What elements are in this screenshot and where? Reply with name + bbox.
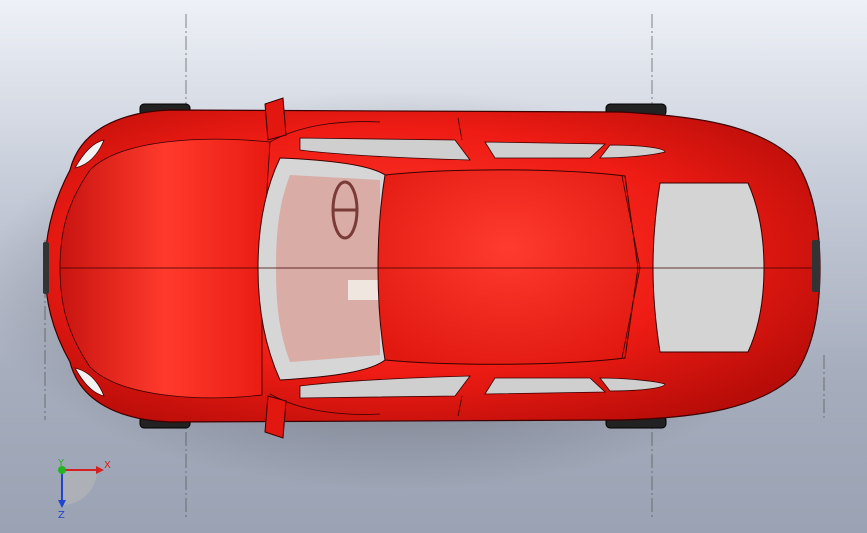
triad-y-label: Y: [57, 458, 65, 469]
hood: [59, 138, 271, 399]
rear-window: [652, 182, 765, 353]
triad-x-arrow: [96, 466, 104, 474]
front-grille: [43, 242, 49, 294]
interior: [276, 175, 380, 362]
mirror-right: [264, 395, 287, 439]
coordinate-triad: X Y Z: [57, 458, 111, 521]
car-model[interactable]: [43, 97, 821, 439]
graphics-viewport[interactable]: X Y Z: [0, 0, 867, 533]
model-view[interactable]: X Y Z: [0, 0, 867, 533]
side-window-rear-left: [484, 141, 606, 159]
side-window-rear-right: [484, 377, 606, 395]
console: [348, 280, 380, 300]
rear-light-bar: [812, 240, 820, 292]
roof: [377, 169, 639, 365]
triad-z-label: Z: [58, 510, 65, 521]
triad-x-label: X: [104, 460, 111, 471]
triad-plane: [62, 470, 97, 505]
mirror-left: [264, 97, 287, 141]
